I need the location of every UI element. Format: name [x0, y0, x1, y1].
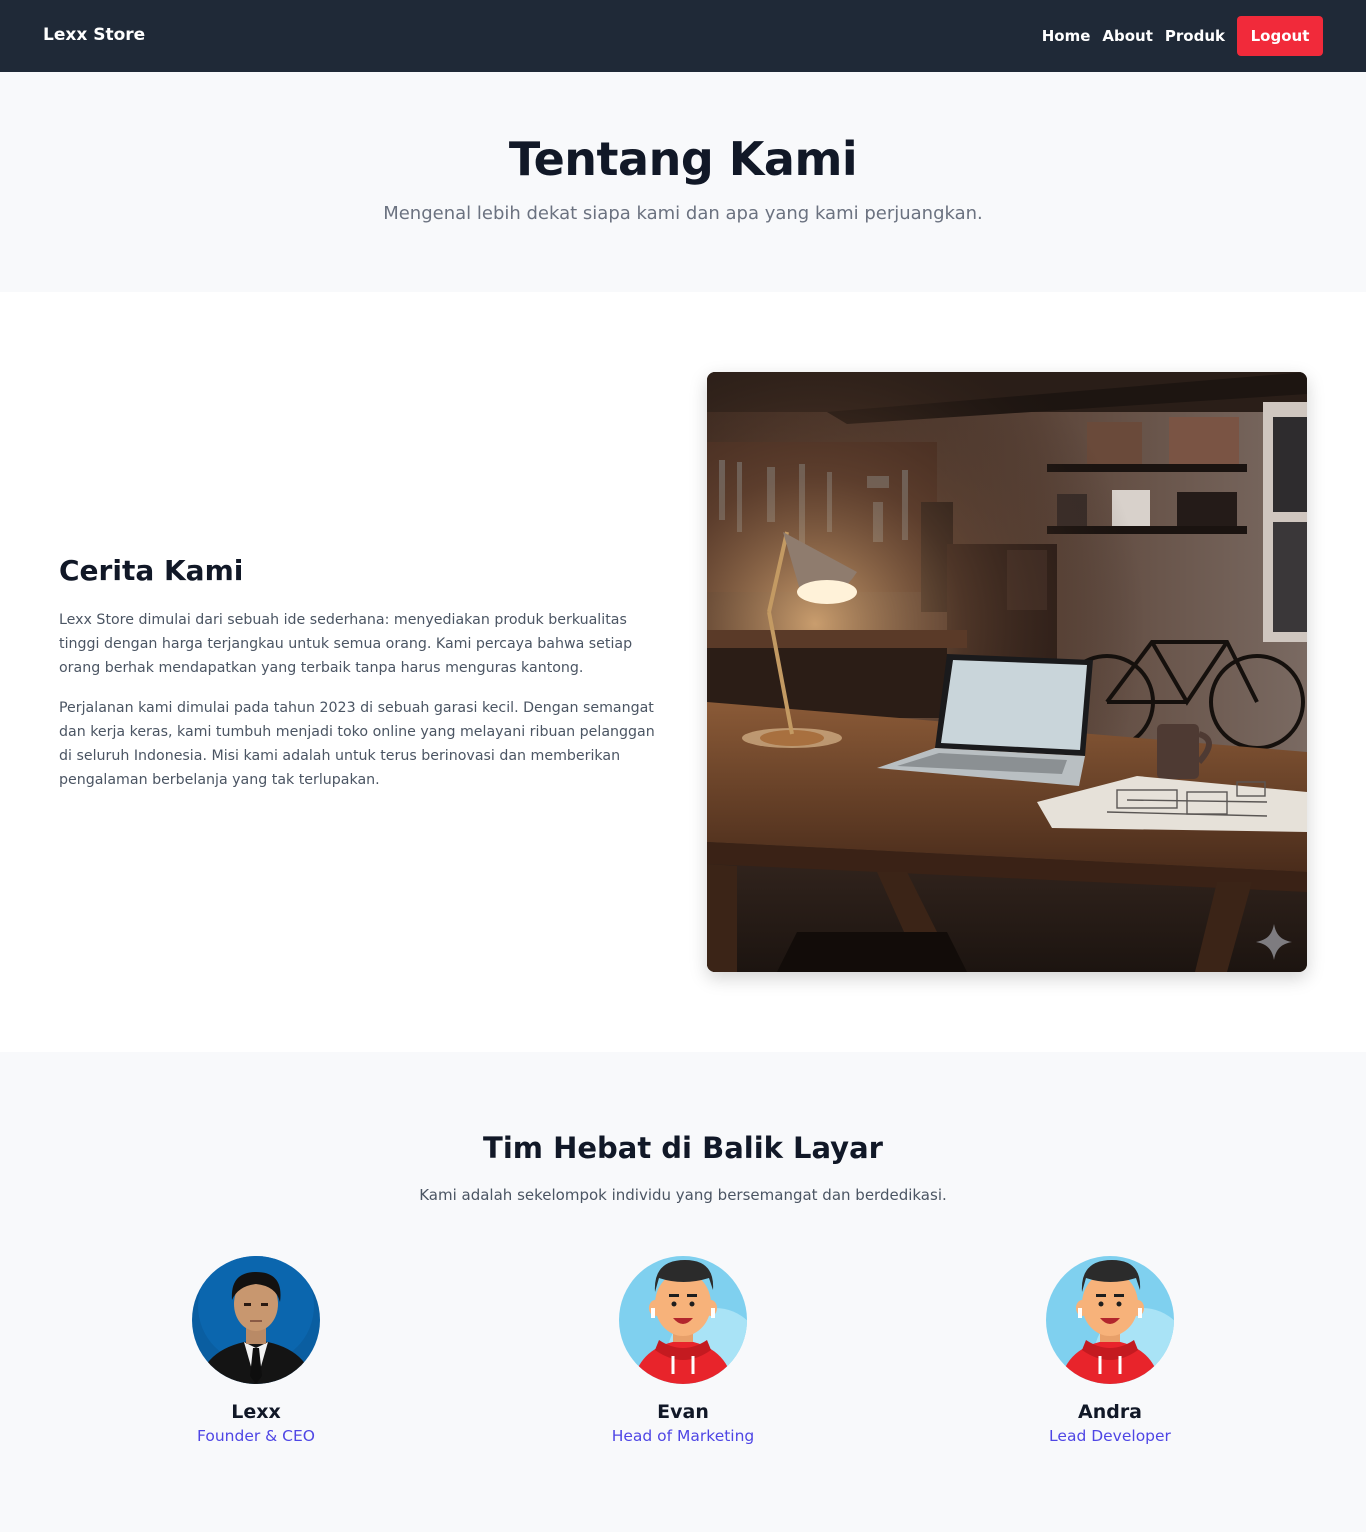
story-image — [707, 372, 1307, 972]
nav-link-produk[interactable]: Produk — [1165, 25, 1225, 47]
navbar: Lexx Store Home About Produk Logout — [0, 0, 1366, 72]
member-name: Andra — [1077, 1401, 1143, 1423]
story-text: Cerita Kami Lexx Store dimulai dari sebu… — [59, 554, 659, 808]
logout-button[interactable]: Logout — [1237, 16, 1323, 56]
member-role: Head of Marketing — [611, 1427, 755, 1445]
team-member-card: Lexx Founder & CEO — [136, 1256, 376, 1446]
member-role: Founder & CEO — [197, 1427, 315, 1445]
page-title: Tentang Kami — [508, 132, 858, 186]
team-subtitle: Kami adalah sekelompok individu yang ber… — [419, 1186, 947, 1204]
nav-links: Home About Produk Logout — [1042, 16, 1323, 56]
story-section: Cerita Kami Lexx Store dimulai dari sebu… — [0, 292, 1366, 1052]
team-section: Tim Hebat di Balik Layar Kami adalah sek… — [0, 1052, 1366, 1532]
story-paragraph-1: Lexx Store dimulai dari sebuah ide seder… — [59, 612, 633, 676]
member-name: Lexx — [231, 1401, 281, 1423]
brand-logo[interactable]: Lexx Store — [43, 24, 145, 46]
member-name: Evan — [657, 1401, 709, 1423]
avatar — [619, 1256, 747, 1384]
story-title: Cerita Kami — [59, 554, 244, 587]
team-title: Tim Hebat di Balik Layar — [483, 1131, 883, 1165]
avatar — [1046, 1256, 1174, 1384]
hero-section: Tentang Kami Mengenal lebih dekat siapa … — [0, 72, 1366, 292]
nav-link-about[interactable]: About — [1102, 25, 1153, 47]
nav-link-home[interactable]: Home — [1042, 25, 1091, 47]
member-role: Lead Developer — [1049, 1427, 1171, 1445]
team-member-card: Evan Head of Marketing — [563, 1256, 803, 1446]
avatar — [192, 1256, 320, 1384]
team-member-card: Andra Lead Developer — [990, 1256, 1230, 1446]
page-subtitle: Mengenal lebih dekat siapa kami dan apa … — [383, 203, 983, 224]
story-paragraph-2: Perjalanan kami dimulai pada tahun 2023 … — [59, 700, 655, 788]
